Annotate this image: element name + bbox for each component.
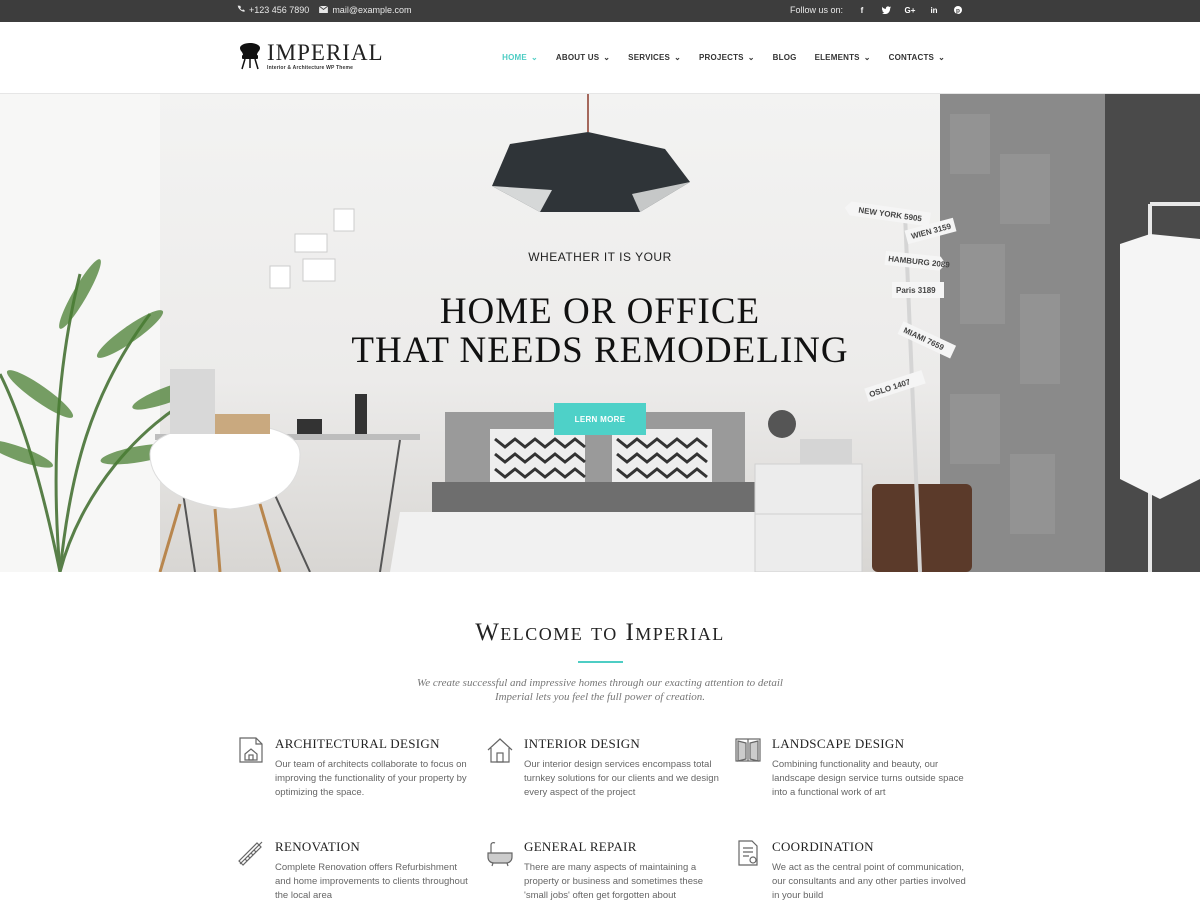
google-plus-icon[interactable]: G+ [905, 5, 916, 15]
chevron-down-icon: ⌄ [938, 53, 945, 62]
nav-services[interactable]: SERVICES ⌄ [628, 53, 681, 62]
service-title: GENERAL REPAIR [524, 839, 637, 854]
site-header: IMPERIAL Interior & Architecture WP Them… [0, 22, 1200, 94]
chair-logo-icon [237, 42, 263, 75]
intro-line-1: We create successful and impressive home… [417, 677, 783, 689]
nav-about-us[interactable]: ABOUT US ⌄ [556, 53, 610, 62]
pinterest-icon[interactable]: p [953, 5, 963, 15]
service-text: Complete Renovation offers Refurbishment… [275, 862, 468, 901]
service-title: COORDINATION [772, 839, 874, 854]
intro-line-2: Imperial lets you feel the full power of… [494, 691, 706, 703]
twitter-icon[interactable] [881, 5, 891, 15]
phone-icon [237, 5, 245, 15]
logo-title: IMPERIAL [267, 40, 384, 65]
service-text: Combining functionality and beauty, our … [772, 759, 964, 798]
phone-contact[interactable]: +123 456 7890 [237, 5, 309, 15]
bathtub-icon [486, 839, 514, 867]
chevron-down-icon: ⌄ [747, 53, 755, 62]
top-bar: +123 456 7890 mail@example.com Follow us… [0, 0, 1200, 22]
document-icon [734, 839, 762, 867]
chevron-down-icon: ⌄ [530, 53, 538, 62]
svg-text:p: p [956, 7, 960, 14]
service-text: There are many aspects of maintaining a … [524, 862, 704, 901]
main-nav: HOME ⌄ ABOUT US ⌄ SERVICES ⌄ PROJECTS ⌄ BLOG… [502, 53, 945, 62]
learn-more-button[interactable]: LERN MORE [554, 403, 646, 435]
nav-elements[interactable]: ELEMENTS ⌄ [815, 53, 871, 62]
house-outline-icon [486, 736, 514, 764]
accent-divider [578, 661, 623, 663]
nav-projects[interactable]: PROJECTS ⌄ [699, 53, 755, 62]
nav-home[interactable]: HOME ⌄ [502, 53, 538, 62]
hero-title-line-1: HOME OR OFFICE [439, 291, 761, 332]
ruler-pencil-icon [237, 839, 265, 867]
linkedin-icon[interactable]: in [929, 5, 939, 15]
email-contact[interactable]: mail@example.com [319, 5, 411, 15]
chevron-down-icon: ⌄ [863, 53, 871, 62]
blueprint-house-icon [237, 736, 265, 764]
hero-title-line-2: THAT NEEDS REMODELING [351, 330, 849, 371]
welcome-intro: We create successful and impressive home… [0, 676, 1200, 704]
window-icon [734, 736, 762, 764]
envelope-icon [319, 5, 329, 15]
service-text: We act as the central point of communica… [772, 862, 966, 901]
hero-slider: NEW YORK 5905 WIEN 3159 HAMBURG 2089 Par… [0, 94, 1200, 572]
service-title: RENOVATION [275, 839, 361, 854]
welcome-title: Welcome to Imperial [475, 619, 725, 646]
hero-title: HOME OR OFFICE THAT NEEDS REMODELING [0, 292, 1200, 370]
follow-label: Follow us on: [789, 5, 843, 15]
site-logo[interactable]: IMPERIAL Interior & Architecture WP Them… [237, 40, 384, 75]
service-title: INTERIOR DESIGN [524, 736, 641, 751]
email-address: mail@example.com [332, 5, 412, 15]
chevron-down-icon: ⌄ [603, 53, 611, 62]
service-title: ARCHITECTURAL DESIGN [275, 736, 440, 751]
facebook-icon[interactable]: f [857, 5, 867, 15]
nav-blog[interactable]: BLOG [773, 53, 797, 62]
hero-kicker: WHEATHER IT IS YOUR [528, 250, 672, 264]
service-title: LANDSCAPE DESIGN [772, 736, 905, 751]
chevron-down-icon: ⌄ [674, 53, 681, 62]
service-text: Our interior design services encompass t… [524, 759, 719, 798]
phone-number: +123 456 7890 [249, 5, 310, 15]
nav-contacts[interactable]: CONTACTS ⌄ [889, 53, 945, 62]
logo-subtitle: Interior & Architecture WP Theme [267, 65, 354, 71]
service-text: Our team of architects collaborate to fo… [275, 759, 467, 798]
